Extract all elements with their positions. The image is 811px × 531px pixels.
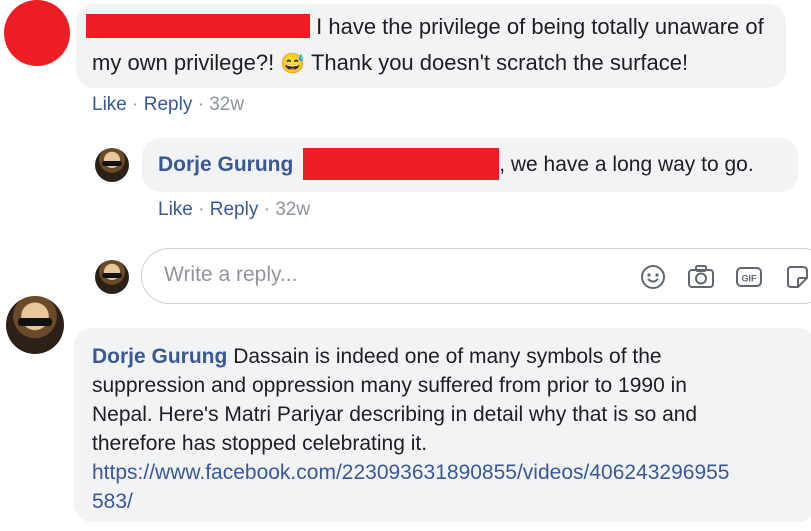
comment-text-line: suppression and oppression many suffered…	[92, 374, 687, 397]
reply-input-box[interactable]: Write a reply... GIF	[141, 248, 811, 304]
separator-dot: ·	[197, 94, 204, 115]
comment-text-line2b: Thank you doesn't scratch the surface!	[310, 50, 689, 75]
comment-bubble: Dorje Gurung Dassain is indeed one of ma…	[74, 328, 811, 522]
separator-dot: ·	[132, 94, 139, 115]
redacted-name	[86, 14, 310, 38]
reply-bubble: Dorje Gurung , we have a long way to go.	[142, 138, 798, 192]
like-link[interactable]: Like	[158, 199, 193, 220]
redacted-name	[303, 148, 500, 180]
timestamp[interactable]: 32w	[275, 199, 310, 220]
author-name[interactable]: Dorje Gurung	[158, 153, 293, 176]
reply-link[interactable]: Reply	[144, 94, 193, 115]
comment-text-line1: I have the privilege of being totally un…	[316, 14, 764, 39]
comment-text-line: Nepal. Here's Matri Pariyar describing i…	[92, 403, 698, 426]
separator-dot: ·	[198, 199, 205, 220]
reply-actions: Like · Reply · 32w	[158, 199, 310, 221]
like-link[interactable]: Like	[92, 94, 127, 115]
timestamp[interactable]: 32w	[209, 94, 244, 115]
reply-text: , we have a long way to go.	[499, 153, 754, 176]
reply-link[interactable]: Reply	[210, 199, 259, 220]
separator-dot: ·	[263, 199, 270, 220]
reply-input[interactable]: Write a reply...	[164, 263, 297, 287]
comment-text-line: therefore has stopped celebrating it.	[92, 432, 428, 455]
author-name[interactable]: Dorje Gurung	[92, 345, 227, 368]
gif-icon[interactable]: GIF	[734, 262, 764, 292]
avatar[interactable]	[6, 296, 64, 354]
comment-text-line2a: my own privilege?!	[92, 50, 275, 75]
avatar	[95, 260, 129, 294]
svg-text:GIF: GIF	[742, 274, 758, 284]
video-link-continued[interactable]: 583/	[92, 490, 133, 513]
redacted-avatar[interactable]	[4, 0, 70, 66]
emoji-icon[interactable]	[638, 262, 668, 292]
avatar[interactable]	[95, 148, 129, 182]
sticker-icon[interactable]	[782, 262, 811, 292]
camera-icon[interactable]	[686, 262, 716, 292]
comment-text-line: Dassain is indeed one of many symbols of…	[233, 345, 662, 368]
comment-actions: Like · Reply · 32w	[92, 94, 244, 116]
video-link[interactable]: https://www.facebook.com/223093631890855…	[92, 461, 730, 484]
comment-bubble: I have the privilege of being totally un…	[76, 4, 786, 88]
sweat-smile-emoji-icon: 😅	[280, 53, 306, 75]
